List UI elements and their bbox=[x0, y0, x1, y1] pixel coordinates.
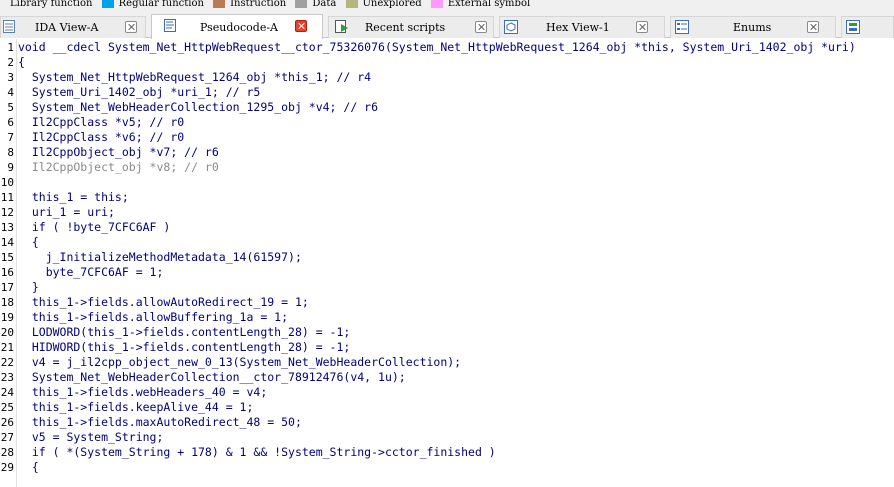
code-text[interactable]: System_Net_WebHeaderCollection__ctor_789… bbox=[18, 370, 406, 385]
close-icon[interactable] bbox=[636, 21, 648, 33]
tab-enums[interactable]: Enums bbox=[670, 16, 836, 38]
tab-structures[interactable] bbox=[841, 16, 894, 38]
line-number: 22 bbox=[0, 356, 14, 369]
line-number: 8 bbox=[7, 146, 14, 159]
line-number: 11 bbox=[0, 191, 14, 204]
line-number: 3 bbox=[7, 71, 14, 84]
legend-swatch-icon bbox=[101, 0, 114, 8]
tab-label: Recent scripts bbox=[365, 21, 446, 34]
code-text[interactable]: uri_1 = uri; bbox=[18, 205, 115, 220]
line-number: 7 bbox=[7, 131, 14, 144]
line-number: 19 bbox=[0, 311, 14, 324]
line-number: 18 bbox=[0, 296, 14, 309]
code-text[interactable]: if ( *(System_String + 178) & 1 && !Syst… bbox=[18, 445, 496, 460]
line-number: 9 bbox=[7, 161, 14, 174]
line-number: 16 bbox=[0, 266, 14, 279]
tab-hex-view-1[interactable]: Hex View-1 bbox=[499, 16, 665, 38]
line-number: 17 bbox=[0, 281, 14, 294]
code-text[interactable]: this_1->fields.allowBuffering_1a = 1; bbox=[18, 310, 288, 325]
legend-label: External symbol bbox=[447, 0, 531, 9]
legend-item-library-function: Library function bbox=[0, 0, 93, 9]
code-text[interactable]: { bbox=[18, 235, 39, 250]
line-number: 15 bbox=[0, 251, 14, 264]
tab-recent-scripts[interactable]: Recent scripts bbox=[328, 16, 494, 38]
line-number: 27 bbox=[0, 431, 14, 444]
legend-swatch-icon bbox=[213, 0, 226, 8]
code-text[interactable]: j_InitializeMethodMetadata_14(61597); bbox=[18, 250, 302, 265]
line-number: 6 bbox=[7, 116, 14, 129]
legend-label: Unexplored bbox=[362, 0, 422, 9]
code-text[interactable]: this_1->fields.webHeaders_40 = v4; bbox=[18, 385, 267, 400]
legend-label: Regular function bbox=[118, 0, 204, 9]
hex-icon bbox=[504, 20, 518, 34]
legend-label: Instruction bbox=[230, 0, 287, 9]
pseudocode-view[interactable]: 1 void __cdecl System_Net_HttpWebRequest_… bbox=[0, 39, 894, 487]
tab-label: Pseudocode-A bbox=[200, 21, 279, 34]
code-text[interactable]: v5 = System_String; bbox=[18, 430, 164, 445]
legend-label: Library function bbox=[10, 0, 93, 9]
code-text[interactable]: Il2CppClass *v5; // r0 bbox=[18, 115, 184, 130]
tab-pseudocode-a[interactable]: Pseudocode-A bbox=[151, 14, 323, 39]
legend-item-unexplored: Unexplored bbox=[345, 0, 422, 9]
code-text[interactable]: if ( !byte_7CFC6AF ) bbox=[18, 220, 170, 235]
code-text[interactable]: this_1->fields.allowAutoRedirect_19 = 1; bbox=[18, 295, 309, 310]
code-text[interactable]: Il2CppObject_obj *v7; // r6 bbox=[18, 145, 219, 160]
code-text[interactable]: Il2CppObject_obj *v8; // r0 bbox=[18, 160, 219, 175]
tab-bar: IDA View-A Pseudocode-A Recent scripts H… bbox=[0, 11, 894, 39]
close-icon[interactable] bbox=[807, 21, 819, 33]
code-text[interactable]: System_Net_HttpWebRequest_1264_obj *this… bbox=[18, 70, 371, 85]
line-number: 13 bbox=[0, 221, 14, 234]
code-text[interactable]: { bbox=[18, 55, 25, 70]
legend-item-data: Data bbox=[295, 0, 337, 9]
line-number: 5 bbox=[7, 101, 14, 114]
code-text[interactable]: { bbox=[18, 460, 39, 475]
legend-swatch-icon bbox=[345, 0, 358, 8]
line-number: 2 bbox=[7, 56, 14, 69]
line-number: 12 bbox=[0, 206, 14, 219]
legend-label: Data bbox=[312, 0, 337, 9]
close-icon[interactable] bbox=[125, 21, 137, 33]
list-icon bbox=[3, 20, 15, 33]
line-number: 14 bbox=[0, 236, 14, 249]
line-number: 21 bbox=[0, 341, 14, 354]
code-text[interactable]: System_Net_WebHeaderCollection_1295_obj … bbox=[18, 100, 378, 115]
line-number: 10 bbox=[0, 176, 14, 189]
line-number: 29 bbox=[0, 461, 14, 474]
code-text[interactable]: LODWORD(this_1->fields.contentLength_28)… bbox=[18, 325, 351, 340]
color-legend-bar: Library function Regular function Instru… bbox=[0, 0, 894, 11]
close-icon[interactable] bbox=[475, 21, 487, 33]
line-number: 1 bbox=[7, 41, 14, 54]
tab-label: Enums bbox=[733, 21, 772, 34]
line-number: 26 bbox=[0, 416, 14, 429]
code-text[interactable]: Il2CppClass *v6; // r0 bbox=[18, 130, 184, 145]
line-number: 20 bbox=[0, 326, 14, 339]
tab-label: IDA View-A bbox=[35, 21, 99, 34]
code-text[interactable]: void __cdecl System_Net_HttpWebRequest__… bbox=[18, 40, 856, 55]
code-text[interactable]: System_Uri_1402_obj *uri_1; // r5 bbox=[18, 85, 260, 100]
code-text[interactable]: v4 = j_il2cpp_object_new_0_13(System_Net… bbox=[18, 355, 461, 370]
code-text[interactable]: HIDWORD(this_1->fields.contentLength_28)… bbox=[18, 340, 351, 355]
legend-swatch-icon bbox=[295, 0, 308, 8]
tab-ida-view-a[interactable]: IDA View-A bbox=[0, 16, 146, 38]
line-number: 25 bbox=[0, 401, 14, 414]
structures-icon bbox=[846, 20, 860, 34]
close-icon[interactable] bbox=[295, 20, 307, 32]
line-number: 24 bbox=[0, 386, 14, 399]
pseudocode-icon bbox=[164, 19, 176, 32]
line-number: 23 bbox=[0, 371, 14, 384]
legend-swatch-icon bbox=[430, 0, 443, 8]
line-number: 4 bbox=[7, 86, 14, 99]
legend-item-instruction: Instruction bbox=[213, 0, 287, 9]
legend-item-regular-function: Regular function bbox=[101, 0, 204, 9]
tab-label: Hex View-1 bbox=[546, 21, 610, 34]
code-text[interactable]: this_1->fields.maxAutoRedirect_48 = 50; bbox=[18, 415, 302, 430]
enums-icon bbox=[675, 20, 689, 34]
legend-item-external-symbol: External symbol bbox=[430, 0, 531, 9]
code-text[interactable]: } bbox=[18, 280, 39, 295]
code-text[interactable]: this_1 = this; bbox=[18, 190, 129, 205]
code-text[interactable]: this_1->fields.keepAlive_44 = 1; bbox=[18, 400, 254, 415]
line-number: 28 bbox=[0, 446, 14, 459]
code-text[interactable]: byte_7CFC6AF = 1; bbox=[18, 265, 164, 280]
script-icon bbox=[335, 20, 348, 33]
